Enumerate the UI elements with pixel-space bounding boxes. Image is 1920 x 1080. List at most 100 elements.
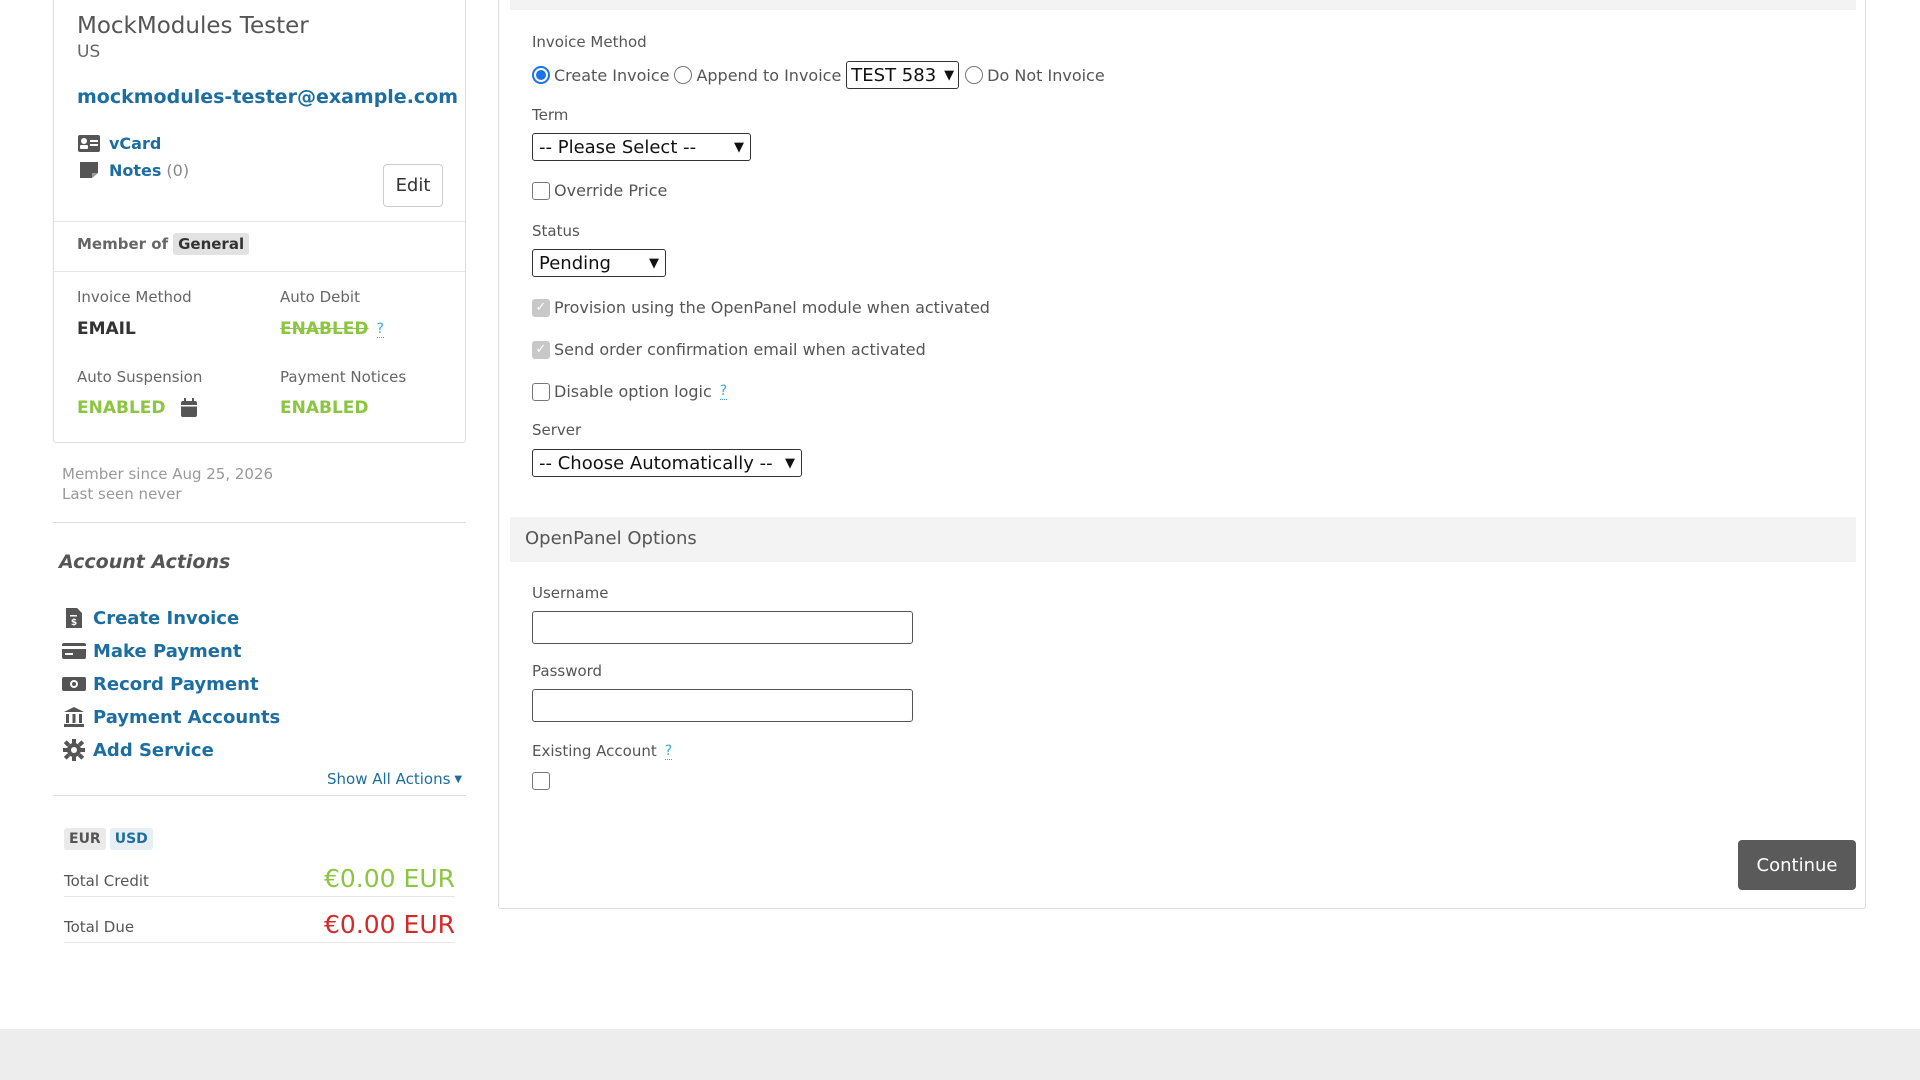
- panel-header-strip: [510, 0, 1856, 10]
- disable-option-logic-help-icon[interactable]: ?: [719, 383, 728, 400]
- action-label[interactable]: Make Payment: [93, 641, 241, 662]
- client-email-link[interactable]: mockmodules-tester@example.com: [77, 86, 458, 108]
- vcard-row[interactable]: vCard: [77, 133, 161, 153]
- auto-debit-status: ENABLED ?: [280, 319, 384, 339]
- auto-debit-help-icon[interactable]: ?: [376, 321, 384, 338]
- disable-option-logic-checkbox[interactable]: [532, 382, 550, 401]
- auto-debit-value: ENABLED: [280, 319, 369, 339]
- client-card: MockModules Tester US mockmodules-tester…: [53, 0, 466, 443]
- append-invoice-select[interactable]: TEST 583 ▼: [846, 61, 960, 89]
- calendar-icon[interactable]: [180, 398, 198, 418]
- action-label[interactable]: Create Invoice: [93, 608, 239, 629]
- group-badge: General: [173, 233, 250, 255]
- existing-account-help-icon[interactable]: ?: [664, 743, 673, 760]
- send-confirmation-row: ✓ Send order confirmation email when act…: [532, 340, 926, 359]
- action-payment-accounts[interactable]: Payment Accounts: [62, 705, 280, 729]
- status-label: Status: [532, 222, 580, 240]
- svg-text:$: $: [71, 618, 77, 628]
- vcard-link[interactable]: vCard: [109, 134, 161, 153]
- card-divider: [54, 221, 465, 222]
- page-footer: [0, 1029, 1920, 1080]
- credit-card-icon: [62, 639, 86, 663]
- override-price-row[interactable]: Override Price: [532, 181, 667, 200]
- password-input[interactable]: [532, 689, 913, 722]
- notes-link[interactable]: Notes: [109, 161, 161, 180]
- provision-row: ✓ Provision using the OpenPanel module w…: [532, 298, 990, 317]
- member-since: Member since Aug 25, 2026: [62, 465, 274, 483]
- auto-suspension-status: ENABLED: [77, 398, 198, 418]
- term-value: -- Please Select --: [539, 136, 697, 158]
- existing-account-row[interactable]: [532, 772, 554, 790]
- server-label: Server: [532, 421, 582, 439]
- status-value: Pending: [539, 252, 611, 274]
- override-price-checkbox[interactable]: [532, 181, 550, 200]
- disable-option-logic-label[interactable]: Disable option logic: [554, 382, 712, 401]
- chevron-down-icon: ▼: [734, 139, 744, 155]
- total-credit-value: €0.00 EUR: [324, 864, 455, 893]
- override-price-label[interactable]: Override Price: [554, 181, 667, 200]
- radio-append-invoice[interactable]: [674, 66, 693, 84]
- invoice-method-value: EMAIL: [77, 319, 136, 339]
- currency-tabs: EUR USD: [64, 828, 153, 850]
- username-input[interactable]: [532, 611, 913, 644]
- action-make-payment[interactable]: Make Payment: [62, 639, 241, 663]
- total-credit-row: Total Credit €0.00 EUR: [64, 857, 455, 897]
- sidebar-divider: [53, 522, 466, 523]
- money-icon: [62, 672, 86, 696]
- existing-account-checkbox[interactable]: [532, 772, 550, 790]
- continue-button[interactable]: Continue: [1738, 840, 1856, 890]
- username-label: Username: [532, 584, 609, 602]
- last-seen: Last seen never: [62, 485, 182, 503]
- action-label[interactable]: Payment Accounts: [93, 707, 280, 728]
- auto-suspension-value: ENABLED: [77, 398, 166, 418]
- payment-notices-label: Payment Notices: [280, 368, 407, 386]
- radio-create-invoice-label[interactable]: Create Invoice: [554, 66, 669, 85]
- total-due-label: Total Due: [64, 918, 135, 936]
- term-select[interactable]: -- Please Select -- ▼: [532, 133, 751, 161]
- radio-do-not-invoice-label[interactable]: Do Not Invoice: [987, 66, 1105, 85]
- member-of-label: Member of: [77, 235, 169, 253]
- invoice-icon: $: [62, 606, 86, 630]
- server-value: -- Choose Automatically --: [539, 452, 773, 474]
- action-create-invoice[interactable]: $ Create Invoice: [62, 606, 239, 630]
- auto-debit-label: Auto Debit: [280, 288, 360, 306]
- send-confirmation-label: Send order confirmation email when activ…: [554, 340, 926, 359]
- password-label: Password: [532, 662, 603, 680]
- total-credit-label: Total Credit: [64, 872, 149, 890]
- provision-checkbox: ✓: [532, 298, 550, 317]
- send-confirmation-checkbox: ✓: [532, 340, 550, 359]
- radio-append-invoice-label[interactable]: Append to Invoice: [696, 66, 841, 85]
- edit-client-button[interactable]: Edit: [383, 164, 443, 207]
- gear-icon: [62, 738, 86, 762]
- notes-count: (0): [166, 160, 190, 180]
- client-name: MockModules Tester: [77, 13, 309, 39]
- show-all-actions-link[interactable]: Show All Actions ▼: [327, 770, 462, 788]
- member-of: Member of General: [77, 233, 250, 255]
- status-select[interactable]: Pending ▼: [532, 249, 666, 277]
- currency-tab-eur[interactable]: EUR: [64, 828, 106, 850]
- auto-suspension-label: Auto Suspension: [77, 368, 203, 386]
- show-all-label[interactable]: Show All Actions: [327, 770, 450, 788]
- disable-option-logic-row[interactable]: Disable option logic ?: [532, 382, 728, 401]
- total-due-value: €0.00 EUR: [324, 910, 455, 939]
- module-options-title: OpenPanel Options: [525, 528, 697, 549]
- sticky-note-icon: [77, 160, 101, 180]
- action-label[interactable]: Add Service: [93, 740, 214, 761]
- append-invoice-value: TEST 583: [851, 64, 937, 86]
- invoice-method-label: Invoice Method: [77, 288, 192, 306]
- client-country: US: [77, 42, 101, 62]
- bank-icon: [62, 705, 86, 729]
- notes-row[interactable]: Notes (0): [77, 160, 189, 180]
- server-select[interactable]: -- Choose Automatically -- ▼: [532, 449, 802, 477]
- term-label: Term: [532, 106, 569, 124]
- radio-do-not-invoice[interactable]: [965, 66, 984, 84]
- radio-create-invoice[interactable]: [532, 66, 550, 84]
- provision-label: Provision using the OpenPanel module whe…: [554, 298, 990, 317]
- action-record-payment[interactable]: Record Payment: [62, 672, 259, 696]
- payment-notices-value: ENABLED: [280, 398, 369, 418]
- action-label[interactable]: Record Payment: [93, 674, 259, 695]
- currency-tab-usd[interactable]: USD: [109, 828, 153, 850]
- existing-account-label: Existing Account: [532, 742, 657, 760]
- action-add-service[interactable]: Add Service: [62, 738, 214, 762]
- total-due-row: Total Due €0.00 EUR: [64, 903, 455, 943]
